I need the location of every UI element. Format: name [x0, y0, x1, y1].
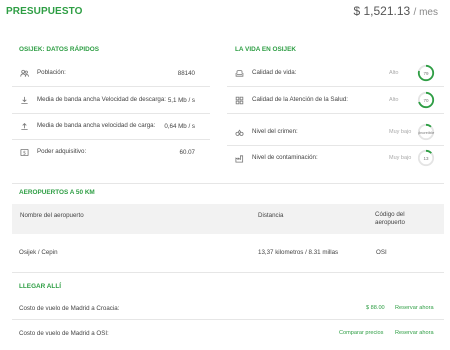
divider [227, 145, 444, 146]
quick-data-title: OSIJEK: DATOS RÁPIDOS [19, 46, 100, 53]
divider [12, 139, 210, 140]
upload-label: Media de banda ancha velocidad de carga: [37, 122, 156, 130]
upload-value: 0,64 Mb / s [164, 122, 195, 130]
purchasing-power-value: 60.07 [179, 148, 195, 156]
airport-name-header: Nombre del aeropuerto [20, 212, 84, 219]
crime-gauge: ¡Increíble [417, 123, 435, 141]
sofa-icon [234, 68, 244, 78]
download-label: Media de banda ancha Velocidad de descar… [37, 96, 167, 104]
purchasing-power-label: Poder adquisitivo: [37, 148, 87, 156]
population-label: Población: [37, 69, 66, 77]
divider [12, 86, 210, 87]
flight-cost-airport-label: Costo de vuelo de Madrid a OSI: [19, 330, 109, 337]
airport-code-header: Código del aeropuerto [375, 211, 405, 226]
budget-price: $ 1,521.13 / mes [353, 4, 438, 18]
life-title: LA VIDA EN OSIJEK [235, 46, 296, 53]
crime-label: Nivel del crimen: [252, 128, 298, 136]
budget-price-value: $ 1,521.13 [353, 4, 411, 18]
getting-there-title: LLEGAR ALLÍ [19, 283, 62, 290]
flight-cost-country-price[interactable]: $ 88.00 [366, 305, 385, 311]
population-value: 88140 [177, 69, 195, 77]
budget-price-unit: / mes [413, 7, 438, 18]
crime-level: Muy bajo [389, 129, 412, 135]
pollution-label: Nivel de contaminación: [252, 154, 318, 162]
health-gauge: 70 [417, 91, 435, 109]
handcuffs-icon [234, 127, 244, 137]
people-icon [19, 68, 29, 78]
airport-distance: 13,37 kilometros / 8.31 millas [258, 249, 339, 256]
pollution-level: Muy bajo [389, 155, 412, 161]
quality-gauge: 79 [417, 64, 435, 82]
life-row-health: Calidad de la Atención de la Salud: Alto… [234, 89, 444, 111]
airport-name: Osijek / Cepin [19, 249, 58, 256]
pollution-score: 13 [423, 155, 429, 161]
quick-row-upload: Media de banda ancha velocidad de carga:… [19, 115, 205, 137]
health-level: Alto [389, 97, 399, 103]
book-now-link-airport[interactable]: Reservar ahora [395, 330, 434, 336]
quick-row-purchasing-power: $ Poder adquisitivo: 60.07 [19, 141, 205, 163]
airports-title: AEROPUERTOS A 50 KM [19, 189, 95, 196]
divider [12, 183, 444, 184]
money-icon: $ [19, 147, 29, 157]
flight-cost-country-label: Costo de vuelo de Madrid a Croacia: [19, 305, 120, 312]
divider [227, 113, 444, 114]
divider [12, 319, 444, 320]
health-label: Calidad de la Atención de la Salud: [252, 96, 348, 104]
download-value: 5,1 Mb / s [167, 96, 195, 104]
quick-row-download: Media de banda ancha Velocidad de descar… [19, 89, 205, 111]
svg-text:$: $ [22, 150, 25, 156]
airports-table-header: Nombre del aeropuerto Distancia Código d… [12, 204, 444, 234]
quick-row-population: Población: 88140 [19, 62, 205, 84]
life-row-crime: Nivel del crimen: Muy bajo ¡Increíble [234, 121, 444, 143]
quality-label: Calidad de vida: [252, 69, 297, 77]
pollution-gauge: 13 [417, 149, 435, 167]
quality-level: Alto [389, 70, 399, 76]
book-now-link-country[interactable]: Reservar ahora [395, 305, 434, 311]
life-row-quality: Calidad de vida: Alto 79 [234, 62, 444, 84]
factory-icon [234, 153, 244, 163]
airport-distance-header: Distancia [258, 212, 284, 219]
divider [227, 86, 444, 87]
life-row-pollution: Nivel de contaminación: Muy bajo 13 [234, 147, 444, 169]
crime-score: ¡Increíble [417, 129, 435, 135]
budget-title: PRESUPUESTO [6, 6, 83, 17]
divider [12, 272, 444, 273]
health-icon [234, 95, 244, 105]
compare-prices-link[interactable]: Comparar precios [339, 330, 383, 336]
divider [12, 113, 210, 114]
quality-score: 79 [423, 70, 429, 76]
upload-icon [19, 121, 29, 131]
health-score: 70 [423, 97, 429, 103]
budget-header: PRESUPUESTO $ 1,521.13 / mes [0, 0, 450, 28]
airport-code: OSI [376, 249, 387, 256]
download-icon [19, 95, 29, 105]
